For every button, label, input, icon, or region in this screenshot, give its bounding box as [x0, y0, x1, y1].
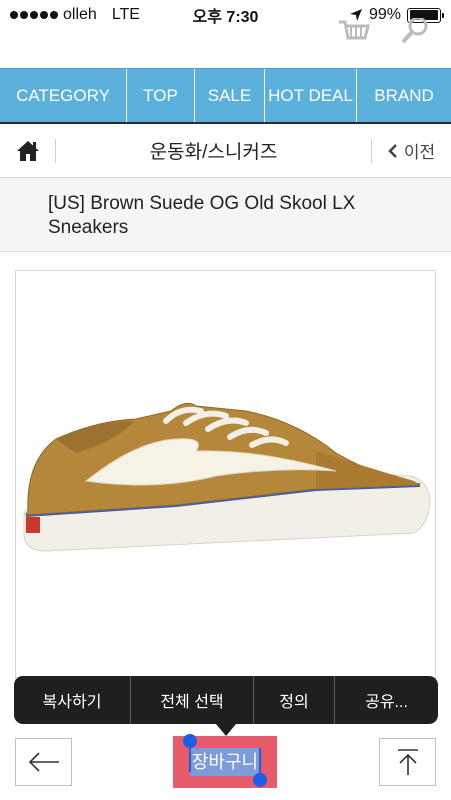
signal-strength-icon — [10, 11, 58, 19]
menu-select-all[interactable]: 전체 선택 — [131, 676, 254, 724]
carrier-name: olleh — [63, 6, 97, 23]
scroll-top-button[interactable] — [379, 738, 436, 786]
sneaker-image — [23, 402, 431, 552]
prev-label: 이전 — [403, 143, 436, 162]
arrow-left-icon — [28, 752, 59, 772]
arrow-up-to-top-icon — [397, 749, 418, 775]
status-left: olleh LTE — [10, 6, 140, 24]
cart-label: 장바구니 — [189, 748, 261, 776]
search-icon[interactable] — [401, 18, 431, 46]
breadcrumb: 운동화/스니커즈 이전 — [0, 124, 451, 178]
text-selection-menu: 복사하기 전체 선택 정의 공유... — [14, 676, 438, 724]
main-nav: CATEGORY TOP SALE HOT DEAL BRAND — [0, 68, 451, 124]
home-button[interactable] — [0, 138, 56, 163]
nav-item-hot-deal[interactable]: HOT DEAL — [265, 69, 357, 122]
menu-pointer — [216, 724, 236, 736]
category-title: 운동화/스니커즈 — [149, 142, 278, 163]
selection-end-caret — [259, 748, 261, 776]
nav-item-brand[interactable]: BRAND — [357, 69, 451, 122]
chevron-left-icon — [388, 143, 397, 158]
menu-share[interactable]: 공유... — [335, 676, 438, 724]
selection-end-handle[interactable] — [253, 773, 267, 787]
home-icon — [16, 140, 39, 161]
menu-define[interactable]: 정의 — [254, 676, 335, 724]
network-type: LTE — [111, 6, 140, 23]
back-button[interactable] — [15, 738, 72, 786]
menu-copy[interactable]: 복사하기 — [14, 676, 131, 724]
nav-item-sale[interactable]: SALE — [195, 69, 265, 122]
product-image[interactable] — [15, 270, 436, 690]
nav-item-category[interactable]: CATEGORY — [0, 69, 127, 122]
selection-start-caret — [189, 744, 191, 772]
nav-item-top[interactable]: TOP — [127, 69, 195, 122]
cart-icon[interactable] — [337, 18, 371, 46]
prev-button[interactable]: 이전 — [371, 138, 451, 163]
header-icons — [337, 18, 431, 46]
product-title: [US] Brown Suede OG Old Skool LX Sneaker… — [0, 178, 451, 252]
